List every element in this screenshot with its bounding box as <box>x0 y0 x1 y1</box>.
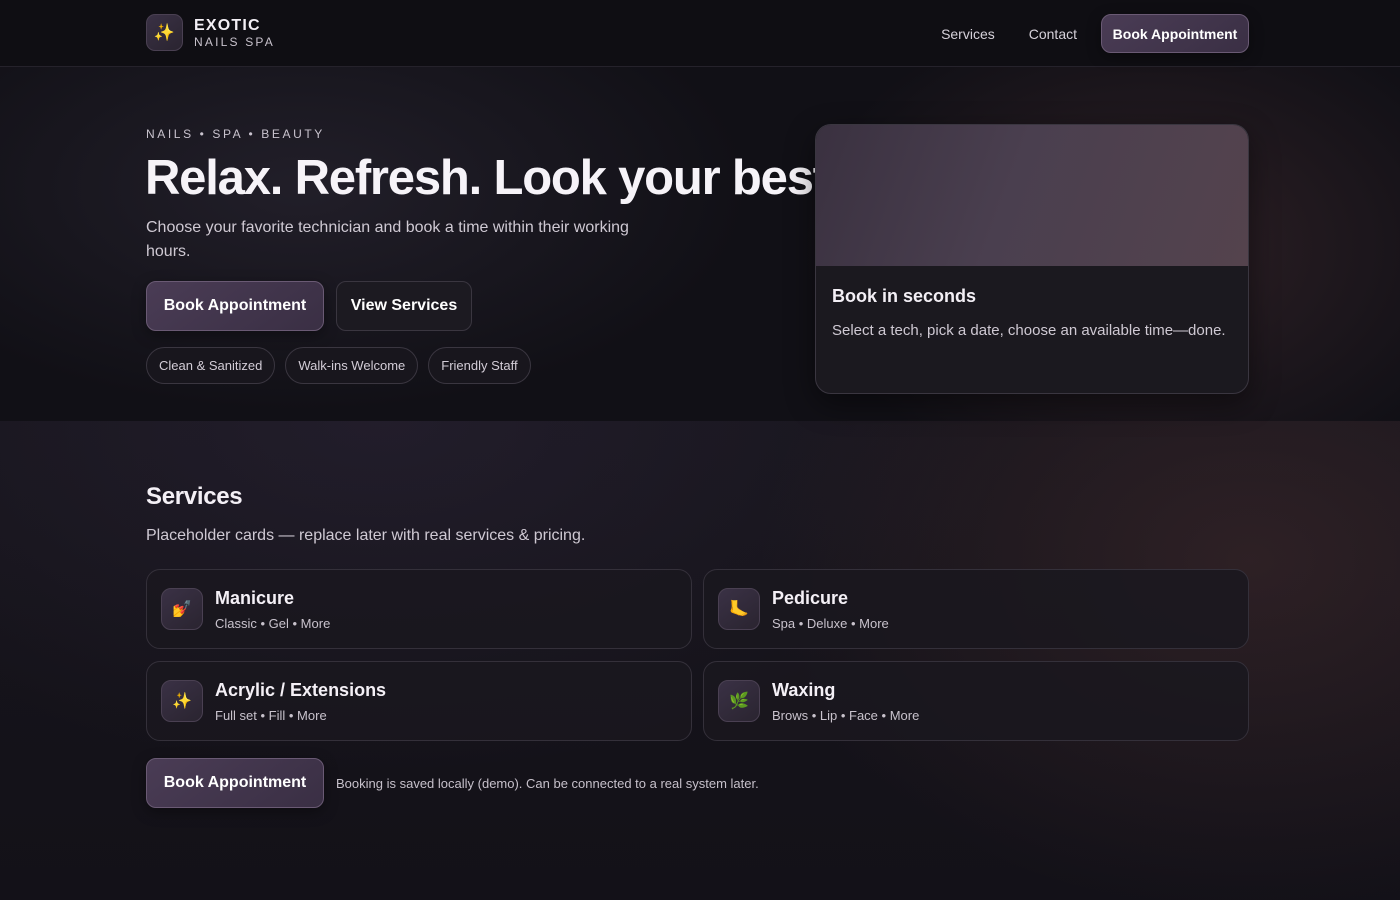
top-navigation-bar: ✨ EXOTIC NAILS SPA Services Contact Book… <box>0 0 1400 67</box>
feature-chips: Clean & Sanitized Walk-ins Welcome Frien… <box>146 347 541 384</box>
service-description: Brows • Lip • Face • More <box>772 707 920 723</box>
booking-card-text: Select a tech, pick a date, choose an av… <box>832 322 1226 339</box>
hero-eyebrow: NAILS • SPA • BEAUTY <box>146 127 325 141</box>
service-text: Waxing Brows • Lip • Face • More <box>772 680 919 723</box>
booking-card-title: Book in seconds <box>832 286 977 306</box>
booking-note: Booking is saved locally (demo). Can be … <box>336 775 759 791</box>
service-name: Waxing <box>772 679 836 700</box>
service-description: Spa • Deluxe • More <box>772 615 889 631</box>
chip-clean-sanitized: Clean & Sanitized <box>146 347 276 384</box>
services-subtitle: Placeholder cards — replace later with r… <box>146 527 586 544</box>
nail-polish-icon: 💅 <box>161 588 203 630</box>
brand-tagline: NAILS SPA <box>194 34 275 49</box>
service-card-waxing[interactable]: 🌿 Waxing Brows • Lip • Face • More <box>703 661 1249 741</box>
chip-friendly-staff: Friendly Staff <box>428 347 531 384</box>
service-card-acrylic-extensions[interactable]: ✨ Acrylic / Extensions Full set • Fill •… <box>146 661 692 741</box>
services-title: Services <box>146 483 243 510</box>
nav-book-appointment-button[interactable]: Book Appointment <box>1101 14 1249 53</box>
view-services-button[interactable]: View Services <box>336 281 472 331</box>
hero-actions: Book Appointment View Services <box>146 281 472 331</box>
service-text: Manicure Classic • Gel • More <box>215 588 330 631</box>
booking-info-card: Book in seconds Select a tech, pick a da… <box>815 124 1249 394</box>
service-card-pedicure[interactable]: 🦶 Pedicure Spa • Deluxe • More <box>703 569 1249 649</box>
brand-name: EXOTIC <box>194 16 261 34</box>
herb-icon: 🌿 <box>718 680 760 722</box>
service-name: Manicure <box>215 587 295 608</box>
service-name: Acrylic / Extensions <box>215 679 387 700</box>
booking-card-banner <box>816 125 1248 266</box>
hero-subtitle: Choose your favorite technician and book… <box>146 219 629 260</box>
sparkles-icon: ✨ <box>146 14 183 51</box>
nav-link-contact[interactable]: Contact <box>1029 26 1077 42</box>
hero-book-appointment-button[interactable]: Book Appointment <box>146 281 324 331</box>
services-footer: Book Appointment Booking is saved locall… <box>146 758 759 808</box>
service-card-manicure[interactable]: 💅 Manicure Classic • Gel • More <box>146 569 692 649</box>
brand-logo[interactable]: ✨ EXOTIC NAILS SPA <box>146 14 275 51</box>
chip-walk-ins-welcome: Walk-ins Welcome <box>285 347 419 384</box>
footer-book-appointment-button[interactable]: Book Appointment <box>146 758 324 808</box>
foot-icon: 🦶 <box>718 588 760 630</box>
sparkles-icon: ✨ <box>161 680 203 722</box>
service-description: Classic • Gel • More <box>215 615 331 631</box>
service-text: Acrylic / Extensions Full set • Fill • M… <box>215 680 386 723</box>
service-description: Full set • Fill • More <box>215 707 327 723</box>
service-name: Pedicure <box>772 587 849 608</box>
brand-text: EXOTIC NAILS SPA <box>194 16 275 49</box>
nav-link-services[interactable]: Services <box>941 26 995 42</box>
booking-card-body: Book in seconds Select a tech, pick a da… <box>816 266 1248 343</box>
main-nav: Services Contact Book Appointment <box>941 14 1249 53</box>
services-section: Services Placeholder cards — replace lat… <box>0 421 1400 900</box>
hero-title: Relax. Refresh. Look your best. <box>145 151 841 205</box>
service-text: Pedicure Spa • Deluxe • More <box>772 588 889 631</box>
